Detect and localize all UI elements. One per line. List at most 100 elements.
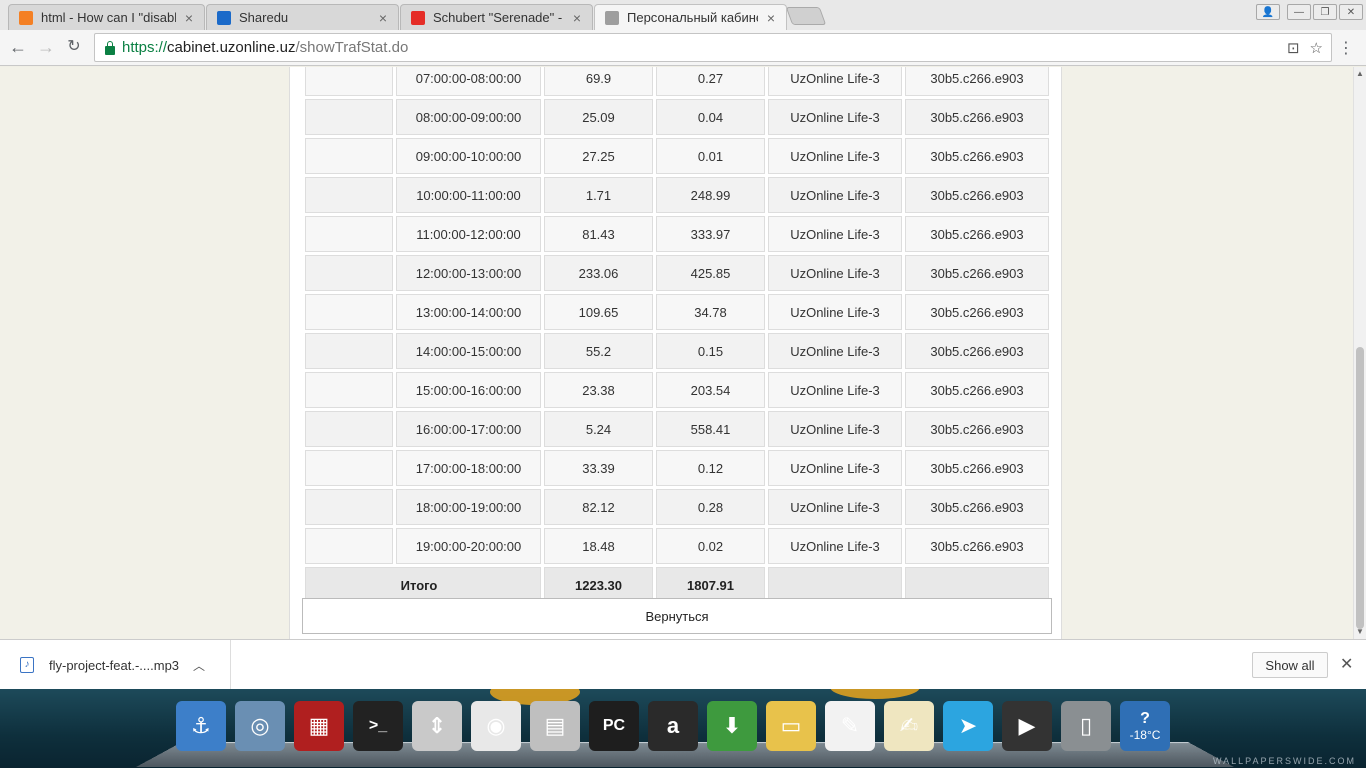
scroll-down-icon[interactable]: ▼ — [1356, 627, 1364, 636]
cell-in: 25.09 — [544, 99, 653, 135]
menu-icon[interactable]: ⋮ — [1338, 38, 1354, 58]
telegram-icon[interactable]: ➤ — [943, 701, 993, 751]
cell-mac: 30b5.c266.e903 — [905, 450, 1049, 486]
dock-glyph: ▶ — [1018, 713, 1036, 738]
translate-icon[interactable]: ⊡ — [1287, 39, 1300, 57]
cell-tariff: UzOnline Life-3 — [768, 216, 902, 252]
dock-glyph: ▤ — [544, 713, 566, 738]
back-arrow-icon[interactable]: ← — [8, 38, 28, 58]
wallpaper-watermark: WALLPAPERSWIDE.COM — [1212, 756, 1356, 766]
notes-icon[interactable]: ✍ — [884, 701, 934, 751]
cell-mac: 30b5.c266.e903 — [905, 67, 1049, 96]
forward-arrow-icon[interactable]: → — [36, 38, 56, 58]
browser-toolbar: ← → ↻ https://cabinet.uzonline.uz/showTr… — [0, 30, 1366, 66]
weather-glyph: ? — [1140, 710, 1150, 727]
tab-close-icon[interactable]: × — [764, 10, 778, 26]
cell-mac: 30b5.c266.e903 — [905, 294, 1049, 330]
dock-glyph: ➤ — [958, 713, 978, 738]
table-row: 18:00:00-19:00:00 82.12 0.28 UzOnline Life-… — [305, 489, 1049, 525]
dock-glyph: ◎ — [250, 713, 270, 738]
browser-tab[interactable]: Персональный кабине × — [594, 4, 787, 30]
dock-glyph: ▯ — [1079, 713, 1093, 738]
browser-tab[interactable]: Schubert "Serenade" - Y × — [400, 4, 593, 30]
cell-out: 0.15 — [656, 333, 765, 369]
cell-out: 0.27 — [656, 67, 765, 96]
scrollbar-thumb[interactable] — [1356, 347, 1364, 629]
bookmark-star-icon[interactable]: ☆ — [1310, 39, 1323, 57]
cell-in: 27.25 — [544, 138, 653, 174]
terminal-icon[interactable]: >_ — [353, 701, 403, 751]
pycharm-icon[interactable]: PC — [589, 701, 639, 751]
cell-time: 08:00:00-09:00:00 — [396, 99, 541, 135]
download-manager-icon[interactable]: ⬇ — [707, 701, 757, 751]
cell-mac: 30b5.c266.e903 — [905, 333, 1049, 369]
cell-out: 558.41 — [656, 411, 765, 447]
spiral-app-icon[interactable]: ◎ — [235, 701, 285, 751]
minimize-button[interactable]: — — [1287, 4, 1311, 20]
trash-icon[interactable]: ▯ — [1061, 701, 1111, 751]
maximize-button[interactable]: ❐ — [1313, 4, 1337, 20]
dock-glyph: a — [666, 713, 680, 738]
cell-in: 109.65 — [544, 294, 653, 330]
table-row: 07:00:00-08:00:00 69.9 0.27 UzOnline Life-3… — [305, 67, 1049, 96]
cell-empty — [305, 216, 393, 252]
tab-title: Schubert "Serenade" - Y — [433, 10, 564, 25]
cell-in: 81.43 — [544, 216, 653, 252]
table-row: 16:00:00-17:00:00 5.24 558.41 UzOnline Life… — [305, 411, 1049, 447]
cell-empty — [305, 333, 393, 369]
cell-time: 17:00:00-18:00:00 — [396, 450, 541, 486]
video-player-icon[interactable]: ▶ — [1002, 701, 1052, 751]
tab-title: html - How can I "disabl — [41, 10, 176, 25]
cell-in: 69.9 — [544, 67, 653, 96]
folder-icon[interactable]: ▭ — [766, 701, 816, 751]
cell-out: 34.78 — [656, 294, 765, 330]
table-row: 11:00:00-12:00:00 81.43 333.97 UzOnline Lif… — [305, 216, 1049, 252]
chrome-icon[interactable]: ◉ — [471, 701, 521, 751]
cell-tariff: UzOnline Life-3 — [768, 333, 902, 369]
chevron-up-icon[interactable]: ︿ — [193, 657, 205, 674]
page-scrollbar[interactable]: ▲ ▼ — [1353, 67, 1366, 639]
reload-icon[interactable]: ↻ — [64, 38, 84, 58]
audio-file-icon: ♪ — [20, 657, 34, 673]
pdf-reader-icon[interactable]: ✎ — [825, 701, 875, 751]
amarok-icon[interactable]: a — [648, 701, 698, 751]
tab-close-icon[interactable]: × — [570, 10, 584, 26]
calculator-icon[interactable]: ▤ — [530, 701, 580, 751]
weather-icon[interactable]: ? -18°C — [1120, 701, 1170, 751]
updown-app-icon[interactable]: ⇕ — [412, 701, 462, 751]
cell-tariff: UzOnline Life-3 — [768, 411, 902, 447]
download-item[interactable]: ♪ fly-project-feat.-....mp3 ︿ — [0, 640, 231, 690]
cell-mac: 30b5.c266.e903 — [905, 255, 1049, 291]
show-all-button[interactable]: Show all — [1252, 652, 1328, 678]
sharedu-icon — [217, 10, 231, 25]
cell-time: 16:00:00-17:00:00 — [396, 411, 541, 447]
cell-time: 10:00:00-11:00:00 — [396, 177, 541, 213]
close-window-button[interactable]: ✕ — [1339, 4, 1363, 20]
office-icon[interactable]: ▦ — [294, 701, 344, 751]
tab-close-icon[interactable]: × — [182, 10, 196, 26]
anchor-icon[interactable]: ⚓ — [176, 701, 226, 751]
cell-empty — [305, 489, 393, 525]
browser-tab[interactable]: html - How can I "disabl × — [8, 4, 205, 30]
cell-out: 0.12 — [656, 450, 765, 486]
cell-tariff: UzOnline Life-3 — [768, 489, 902, 525]
tab-strip: 👤 — ❐ ✕ html - How can I "disabl × Sharedu… — [0, 0, 1366, 30]
tab-title: Персональный кабине — [627, 10, 758, 25]
youtube-icon — [411, 10, 425, 25]
address-bar[interactable]: https://cabinet.uzonline.uz/showTrafStat… — [94, 33, 1332, 62]
cell-out: 333.97 — [656, 216, 765, 252]
new-tab-button[interactable] — [785, 7, 827, 25]
url-text[interactable]: https://cabinet.uzonline.uz/showTrafStat… — [122, 39, 408, 56]
cell-time: 15:00:00-16:00:00 — [396, 372, 541, 408]
cell-empty — [305, 67, 393, 96]
close-icon[interactable]: ✕ — [1340, 654, 1353, 674]
cell-empty — [305, 138, 393, 174]
tab-close-icon[interactable]: × — [376, 10, 390, 26]
back-button[interactable]: Вернуться — [302, 598, 1052, 634]
browser-tab[interactable]: Sharedu × — [206, 4, 399, 30]
tab-title: Sharedu — [239, 10, 289, 25]
page-viewport: 07:00:00-08:00:00 69.9 0.27 UzOnline Life-3… — [0, 67, 1353, 639]
cell-tariff: UzOnline Life-3 — [768, 138, 902, 174]
scroll-up-icon[interactable]: ▲ — [1356, 69, 1364, 78]
profile-icon[interactable]: 👤 — [1256, 4, 1280, 20]
